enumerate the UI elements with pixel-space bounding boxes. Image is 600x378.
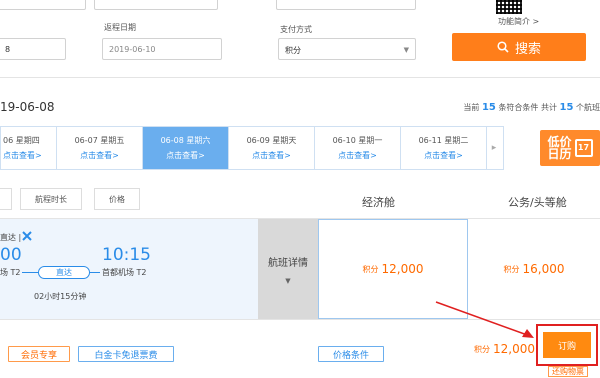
return-date-input[interactable]: 2019-06-10	[102, 38, 222, 60]
chevron-down-icon: ▼	[285, 276, 291, 285]
cabin-field[interactable]	[276, 0, 416, 10]
sort-price-label: 价格	[109, 194, 125, 204]
payment-value: 积分	[285, 46, 301, 55]
chevron-down-icon: ▼	[403, 46, 409, 54]
search-icon	[497, 41, 509, 53]
day-tab[interactable]: 06-09 星期天 点击查看>	[229, 127, 315, 169]
calendar-icon: 17	[574, 139, 593, 157]
results-total: 15	[559, 102, 574, 113]
day-tab[interactable]: 06-11 星期二 点击查看>	[401, 127, 487, 169]
business-points: 16,000	[522, 262, 565, 276]
day-tab[interactable]: 06 星期四 点击查看>	[1, 127, 57, 169]
sort-duration-label: 航程时长	[35, 194, 67, 204]
day-link[interactable]: 点击查看>	[338, 150, 377, 161]
order-button-label: 订购	[543, 332, 591, 358]
flight-details-button[interactable]: 航班详情 ▼	[258, 219, 318, 319]
low-calendar-text: 低价 日历	[547, 136, 571, 160]
search-panel: 返程日期 8 2019-06-10 支付方式 积分 ▼ 功能简介 > 搜索	[0, 0, 600, 78]
day-date: 06-09 星期天	[246, 136, 297, 145]
sort-price-button[interactable]: 价格	[94, 188, 140, 210]
payment-label: 支付方式	[280, 25, 312, 34]
low-price-calendar-button[interactable]: 低价 日历 17	[540, 130, 600, 166]
departure-time: 00	[0, 245, 22, 265]
day-date: 06-08 星期六	[160, 136, 211, 145]
results-prefix: 当前	[463, 103, 480, 112]
low-calendar-line2: 日历	[547, 147, 572, 161]
payment-select[interactable]: 积分 ▼	[278, 38, 416, 60]
day-tab-active[interactable]: 06-08 星期六 点击查看>	[143, 127, 229, 169]
arrival-airport: 首都机场 T2	[102, 268, 147, 277]
return-date-value: 2019-06-10	[109, 45, 156, 54]
chevron-right-icon: ▸	[491, 143, 497, 153]
feature-intro-link[interactable]: 功能简介 >	[498, 16, 539, 27]
day-date: 06-11 星期二	[418, 136, 469, 145]
day-tab[interactable]: 06-07 星期五 点击查看>	[57, 127, 143, 169]
day-date: 06-07 星期五	[74, 136, 125, 145]
business-points-label: 积分	[503, 264, 520, 274]
results-count: 15	[481, 102, 496, 113]
from-field[interactable]	[0, 0, 86, 10]
order-button[interactable]: 订购	[536, 324, 598, 366]
sort-duration-button[interactable]: 航程时长	[20, 188, 82, 210]
day-date: 06 星期四	[3, 136, 40, 145]
day-tab[interactable]: 06-10 星期一 点击查看>	[315, 127, 401, 169]
direct-note: 直达 |	[0, 233, 22, 242]
return-date-label: 返程日期	[104, 23, 136, 32]
plane-icon	[22, 231, 32, 241]
day-link[interactable]: 点击查看>	[3, 150, 42, 161]
qr-code-icon	[496, 0, 522, 14]
search-button[interactable]: 搜索	[452, 33, 586, 61]
flight-details-label: 航班详情	[268, 257, 308, 269]
day-link[interactable]: 点击查看>	[424, 150, 463, 161]
flight-duration: 02小时15分钟	[34, 292, 87, 301]
departure-airport: 场 T2	[0, 268, 21, 277]
day-link[interactable]: 点击查看>	[252, 150, 291, 161]
search-button-label: 搜索	[514, 41, 541, 57]
economy-points: 12,000	[381, 262, 424, 276]
day-date: 06-10 星期一	[332, 136, 383, 145]
annotation-arrow-icon	[435, 301, 534, 338]
economy-header: 经济舱	[362, 196, 395, 209]
results-suffix: 个航班	[576, 103, 600, 112]
price-conditions-button[interactable]: 价格条件	[318, 346, 384, 362]
business-header: 公务/头等舱	[508, 196, 567, 209]
platinum-card-tag: 白金卡免退票费	[78, 346, 174, 362]
date-strip: 06 星期四 点击查看> 06-07 星期五 点击查看> 06-08 星期六 点…	[0, 126, 504, 170]
day-link[interactable]: 点击查看>	[166, 150, 205, 161]
results-mid: 条符合条件 共计	[498, 103, 557, 112]
depart-date-input[interactable]: 8	[0, 38, 66, 60]
to-field[interactable]	[94, 0, 218, 10]
day-link[interactable]: 点击查看>	[80, 150, 119, 161]
arrival-time: 10:15	[102, 245, 151, 265]
results-date: 19-06-08	[0, 100, 55, 114]
calendar-icon-number: 17	[577, 143, 590, 152]
member-exclusive-tag: 会员专享	[8, 346, 70, 362]
flight-info: 直达 | 00 场 T2 直达 10:15 首都机场 T2 02小时15分钟	[0, 219, 258, 319]
depart-date-value: 8	[5, 45, 11, 54]
return-tag: 还购物票	[548, 366, 588, 377]
sort-departure-button[interactable]	[0, 188, 12, 210]
direct-badge: 直达	[38, 266, 90, 279]
next-days-button[interactable]: ▸	[487, 127, 501, 169]
economy-points-label: 积分	[362, 264, 379, 274]
results-summary: 当前 15 条符合条件 共计 15 个航班	[463, 102, 600, 113]
